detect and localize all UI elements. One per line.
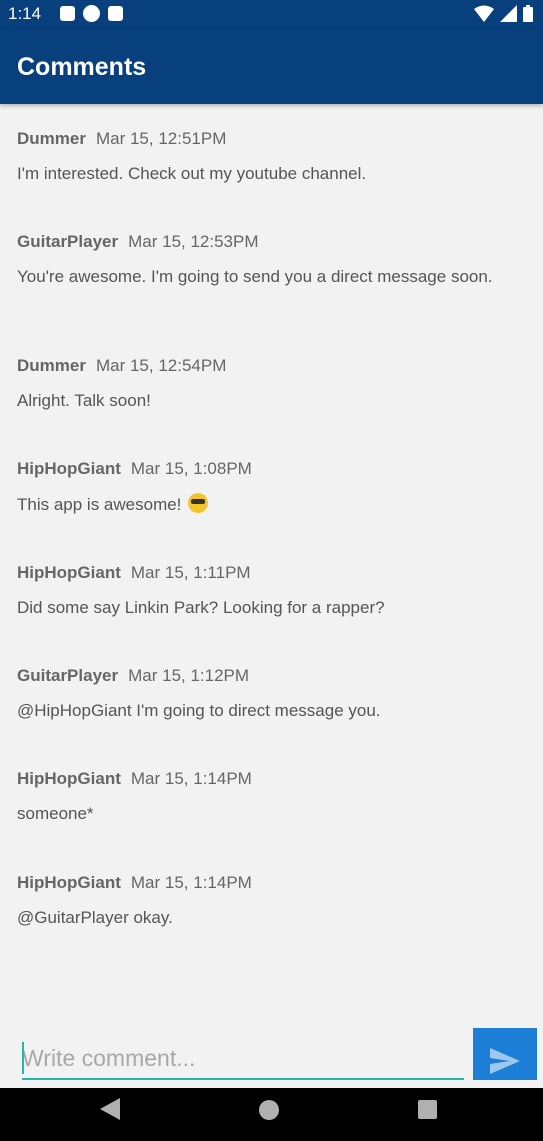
back-icon[interactable]: [100, 1098, 120, 1120]
sunglasses-emoji-icon: [188, 493, 209, 513]
wifi-icon: [474, 5, 494, 22]
comment-text: You're awesome. I'm going to send you a …: [17, 267, 493, 286]
page-title: Comments: [17, 53, 147, 81]
comment-input[interactable]: [22, 1038, 464, 1080]
comment-text: Alright. Talk soon!: [17, 391, 151, 410]
comment-item: GuitarPlayer Mar 15, 12:53PM You're aweso…: [17, 231, 522, 287]
home-icon[interactable]: [259, 1100, 279, 1120]
comment-text: Did some say Linkin Park? Looking for a …: [17, 598, 385, 617]
comment-timestamp: Mar 15, 1:12PM: [128, 666, 250, 685]
recents-icon[interactable]: [418, 1100, 437, 1119]
battery-icon: [523, 5, 533, 22]
comment-timestamp: Mar 15, 1:11PM: [130, 563, 251, 582]
status-bar: 1:14: [0, 0, 543, 28]
comment-text: @GuitarPlayer okay.: [17, 908, 173, 927]
comment-text: @HipHopGiant I'm going to direct message…: [17, 701, 381, 720]
comment-text: I'm interested. Check out my youtube cha…: [17, 164, 367, 183]
comment-timestamp: Mar 15, 12:51PM: [95, 129, 227, 148]
comment-username: GuitarPlayer: [17, 232, 119, 251]
comment-username: Dummer: [17, 356, 86, 375]
system-nav-bar: [0, 1088, 543, 1141]
comment-timestamp: Mar 15, 12:54PM: [95, 356, 227, 375]
notification-p-icon: [83, 5, 100, 22]
send-button[interactable]: [473, 1028, 537, 1080]
comment-username: GuitarPlayer: [17, 666, 119, 685]
comment-username: Dummer: [17, 129, 86, 148]
notification-a-icon: [60, 6, 75, 21]
comment-username: HipHopGiant: [17, 769, 121, 788]
comment-item: GuitarPlayer Mar 15, 1:12PM @HipHopGiant …: [17, 665, 522, 721]
comment-username: HipHopGiant: [17, 459, 121, 478]
comment-timestamp: Mar 15, 1:14PM: [130, 769, 252, 788]
comment-item: Dummer Mar 15, 12:51PM I'm interested. Ch…: [17, 128, 522, 184]
text-cursor: [22, 1042, 24, 1074]
sd-card-icon: [108, 6, 123, 21]
app-bar: Comments: [0, 28, 543, 104]
comment-item: Dummer Mar 15, 12:54PM Alright. Talk soon…: [17, 355, 522, 411]
comment-item: HipHopGiant Mar 15, 1:14PM someone*: [17, 768, 522, 824]
comment-composer: [0, 1020, 543, 1088]
comment-timestamp: Mar 15, 12:53PM: [128, 232, 259, 251]
comment-timestamp: Mar 15, 1:08PM: [130, 459, 252, 478]
comment-item: HipHopGiant Mar 15, 1:11PM Did some say L…: [17, 562, 522, 618]
send-icon: [490, 1047, 520, 1074]
comment-item: HipHopGiant Mar 15, 1:14PM @GuitarPlayer …: [17, 872, 522, 928]
comment-item: HipHopGiant Mar 15, 1:08PM This app is aw…: [17, 458, 522, 515]
comment-username: HipHopGiant: [17, 563, 121, 582]
status-time: 1:14: [8, 4, 42, 23]
signal-icon: [500, 5, 517, 22]
comment-username: HipHopGiant: [17, 873, 121, 892]
comment-text: someone*: [17, 804, 94, 823]
comment-timestamp: Mar 15, 1:14PM: [130, 873, 252, 892]
comment-text: This app is awesome!: [17, 495, 182, 514]
